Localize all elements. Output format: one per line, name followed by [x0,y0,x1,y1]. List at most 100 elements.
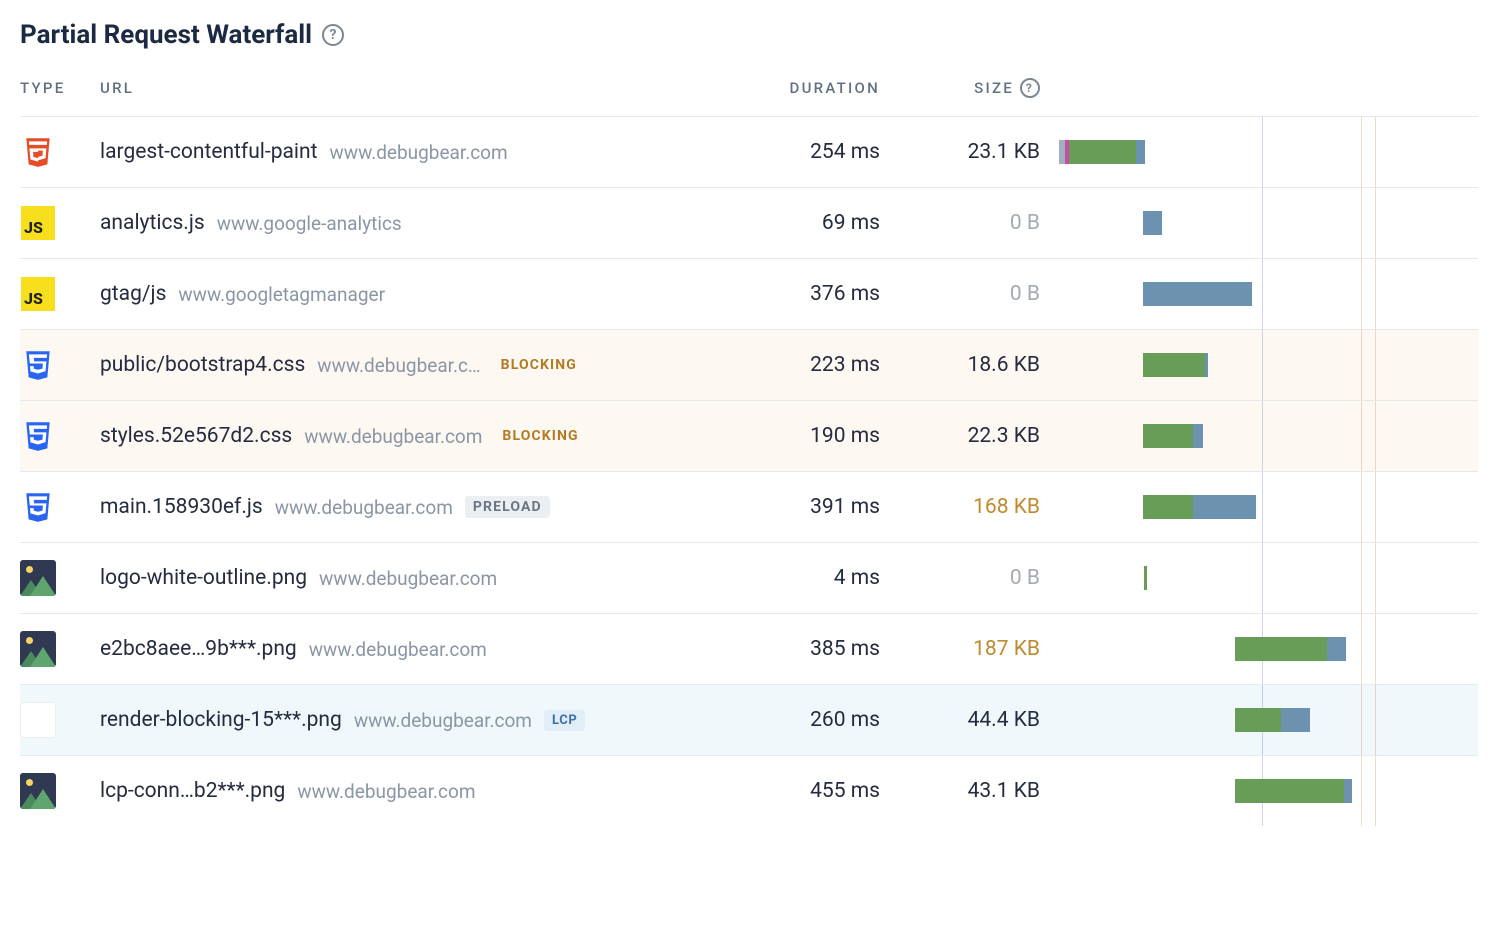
js-icon: JS [20,205,100,241]
url-cell: gtag/jswww.googletagmanager [100,282,660,306]
url-path: gtag/js [100,282,166,306]
size-cell: 0 B [880,282,1040,306]
url-cell: public/bootstrap4.csswww.debugbear.c…BLO… [100,353,660,377]
url-host: www.debugbear.com [297,780,475,803]
table-row[interactable]: logo-white-outline.pngwww.debugbear.com4… [20,542,1478,613]
url-cell: logo-white-outline.pngwww.debugbear.com [100,566,660,590]
bar-segment-green [1235,637,1327,661]
waterfall-table: TYPE URL DURATION SIZE ? largest-content… [20,78,1478,826]
table-row[interactable]: public/bootstrap4.csswww.debugbear.c…BLO… [20,329,1478,400]
waterfall-bar [1059,140,1145,164]
waterfall-cell [1040,614,1478,684]
waterfall-cell [1040,543,1478,613]
timeline-marker [1361,188,1362,258]
table-row[interactable]: render-blocking-15***.pngwww.debugbear.c… [20,684,1478,755]
timeline-marker [1375,330,1376,400]
bar-segment-blue [1143,282,1252,306]
timeline-marker [1262,188,1263,258]
html-icon [20,134,100,170]
timeline-marker [1361,756,1362,826]
url-host: www.debugbear.com [354,709,532,732]
url-cell: main.158930ef.jswww.debugbear.comPRELOAD [100,495,660,519]
bar-segment-green [1143,495,1193,519]
waterfall-cell [1040,401,1478,471]
url-cell: render-blocking-15***.pngwww.debugbear.c… [100,708,660,732]
duration-cell: 391 ms [660,495,880,519]
timeline-marker [1262,543,1263,613]
url-host: www.debugbear.com [330,141,508,164]
table-row[interactable]: main.158930ef.jswww.debugbear.comPRELOAD… [20,471,1478,542]
bar-segment-green [1143,353,1205,377]
waterfall-cell [1040,117,1478,187]
duration-cell: 455 ms [660,779,880,803]
waterfall-bar [1143,495,1256,519]
url-path: main.158930ef.js [100,495,263,519]
duration-cell: 376 ms [660,282,880,306]
url-host: www.debugbear.com [309,638,487,661]
size-cell: 18.6 KB [880,353,1040,377]
timeline-marker [1262,401,1263,471]
timeline-marker [1361,685,1362,755]
waterfall-cell [1040,685,1478,755]
timeline-marker [1262,330,1263,400]
size-cell: 0 B [880,566,1040,590]
bar-segment-green [1069,140,1136,164]
bar-segment-green [1143,424,1193,448]
waterfall-cell [1040,259,1478,329]
help-icon[interactable]: ? [322,24,344,46]
size-help-icon[interactable]: ? [1020,78,1040,98]
bar-segment-green [1235,779,1344,803]
size-cell: 22.3 KB [880,424,1040,448]
badge-blocking: BLOCKING [493,354,585,376]
table-row[interactable]: e2bc8aee…9b***.pngwww.debugbear.com385 m… [20,613,1478,684]
table-row[interactable]: JSanalytics.jswww.google-analytics69 ms0… [20,187,1478,258]
timeline-marker [1361,543,1362,613]
img-icon [20,631,100,667]
waterfall-bar [1143,211,1162,235]
timeline-marker [1375,614,1376,684]
waterfall-cell [1040,330,1478,400]
size-cell: 44.4 KB [880,708,1040,732]
timeline-marker [1375,472,1376,542]
url-path: largest-contentful-paint [100,140,318,164]
table-row[interactable]: lcp-conn…b2***.pngwww.debugbear.com455 m… [20,755,1478,826]
table-row[interactable]: styles.52e567d2.csswww.debugbear.comBLOC… [20,400,1478,471]
table-row[interactable]: JSgtag/jswww.googletagmanager376 ms0 B [20,258,1478,329]
table-row[interactable]: largest-contentful-paint www.debugbear.co… [20,116,1478,187]
timeline-marker [1375,401,1376,471]
bar-segment-blue [1193,495,1256,519]
timeline-marker [1361,117,1362,187]
timeline-marker [1375,259,1376,329]
duration-cell: 69 ms [660,211,880,235]
size-cell: 187 KB [880,637,1040,661]
timeline-marker [1375,685,1376,755]
table-header: TYPE URL DURATION SIZE ? [20,78,1478,116]
bar-segment-blue [1193,424,1203,448]
waterfall-cell [1040,756,1478,826]
url-cell: analytics.jswww.google-analytics [100,211,660,235]
url-cell: lcp-conn…b2***.pngwww.debugbear.com [100,779,660,803]
url-path: public/bootstrap4.css [100,353,305,377]
hdr-size: SIZE ? [880,78,1040,98]
timeline-marker [1361,401,1362,471]
size-cell: 0 B [880,211,1040,235]
timeline-marker [1361,259,1362,329]
waterfall-bar [1143,353,1208,377]
timeline-marker [1262,117,1263,187]
bar-segment-blue [1136,140,1145,164]
badge-preload: PRELOAD [465,496,550,518]
hdr-duration: DURATION [660,79,880,97]
timeline-marker [1262,259,1263,329]
duration-cell: 190 ms [660,424,880,448]
waterfall-bar [1143,424,1203,448]
duration-cell: 385 ms [660,637,880,661]
size-cell: 43.1 KB [880,779,1040,803]
timeline-marker [1361,472,1362,542]
size-cell: 23.1 KB [880,140,1040,164]
url-path: styles.52e567d2.css [100,424,292,448]
bar-segment-blue [1344,779,1352,803]
img-icon [20,773,100,809]
img-white-icon [20,702,100,738]
hdr-url: URL [100,79,660,97]
waterfall-bar [1235,779,1352,803]
